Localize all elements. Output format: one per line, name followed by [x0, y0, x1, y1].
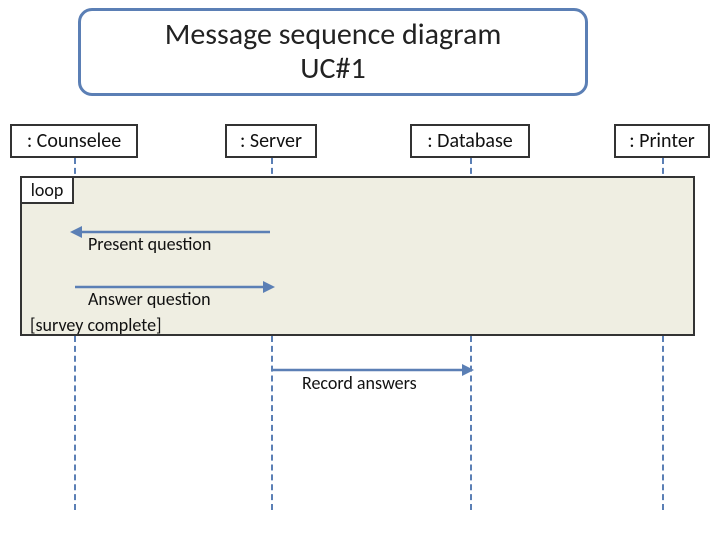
loop-guard: [survey complete] — [30, 314, 162, 336]
participant-database: : Database — [410, 124, 530, 158]
message-present-question-text: Present question — [88, 233, 211, 255]
loop-operator-tab: loop — [20, 176, 74, 204]
participant-counselee-label: : Counselee — [27, 129, 121, 153]
message-record-answers: Record answers — [302, 372, 417, 394]
message-answer-question: Answer question — [88, 288, 211, 310]
participant-printer-label: : Printer — [629, 129, 695, 153]
diagram-title: Message sequence diagram UC#1 — [78, 8, 588, 96]
loop-guard-text: [survey complete] — [30, 314, 162, 336]
participant-server-label: : Server — [240, 129, 302, 153]
message-record-answers-text: Record answers — [302, 372, 417, 394]
loop-fragment — [20, 176, 695, 336]
participant-printer: : Printer — [614, 124, 710, 158]
participant-database-label: : Database — [427, 129, 512, 153]
diagram-title-text: Message sequence diagram UC#1 — [165, 18, 502, 87]
participant-counselee: : Counselee — [10, 124, 138, 158]
loop-operator-label: loop — [31, 179, 64, 201]
message-present-question: Present question — [88, 233, 211, 255]
message-answer-question-text: Answer question — [88, 288, 211, 310]
participant-server: : Server — [225, 124, 317, 158]
